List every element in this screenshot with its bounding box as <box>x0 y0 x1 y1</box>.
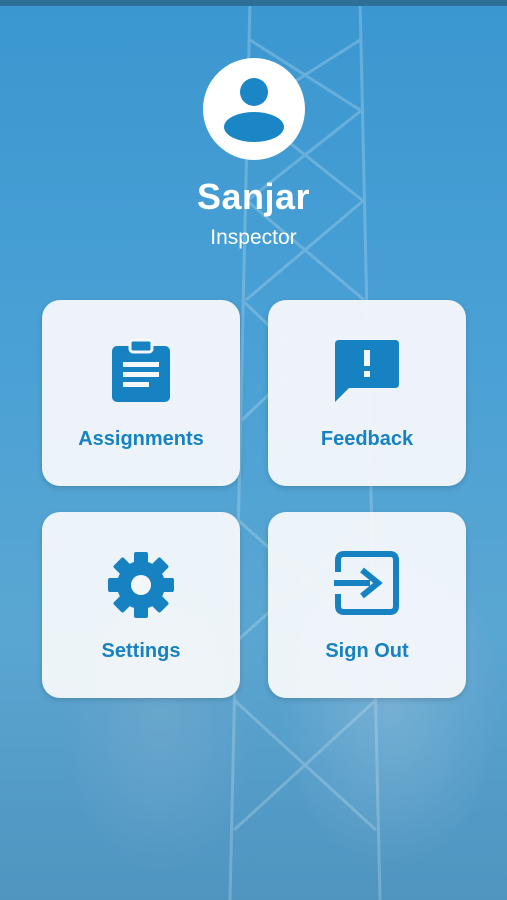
feedback-label: Feedback <box>320 428 414 450</box>
avatar[interactable] <box>202 58 305 160</box>
user-role: Inspector <box>210 226 297 249</box>
user-icon <box>223 78 284 142</box>
feedback-icon <box>335 340 399 402</box>
settings-label: Settings <box>101 640 181 662</box>
sign-out-label: Sign Out <box>325 640 409 662</box>
clipboard-icon <box>112 338 170 402</box>
feedback-button[interactable]: Feedback <box>268 300 466 486</box>
profile-header: Sanjar Inspector <box>0 58 507 250</box>
sign-out-icon <box>334 551 399 615</box>
status-bar <box>0 0 507 6</box>
sign-out-button[interactable]: Sign Out <box>268 512 466 698</box>
assignments-button[interactable]: Assignments <box>42 300 240 486</box>
user-name: Sanjar <box>196 176 311 217</box>
assignments-label: Assignments <box>78 428 204 450</box>
gear-icon <box>108 552 174 618</box>
settings-button[interactable]: Settings <box>42 512 240 698</box>
